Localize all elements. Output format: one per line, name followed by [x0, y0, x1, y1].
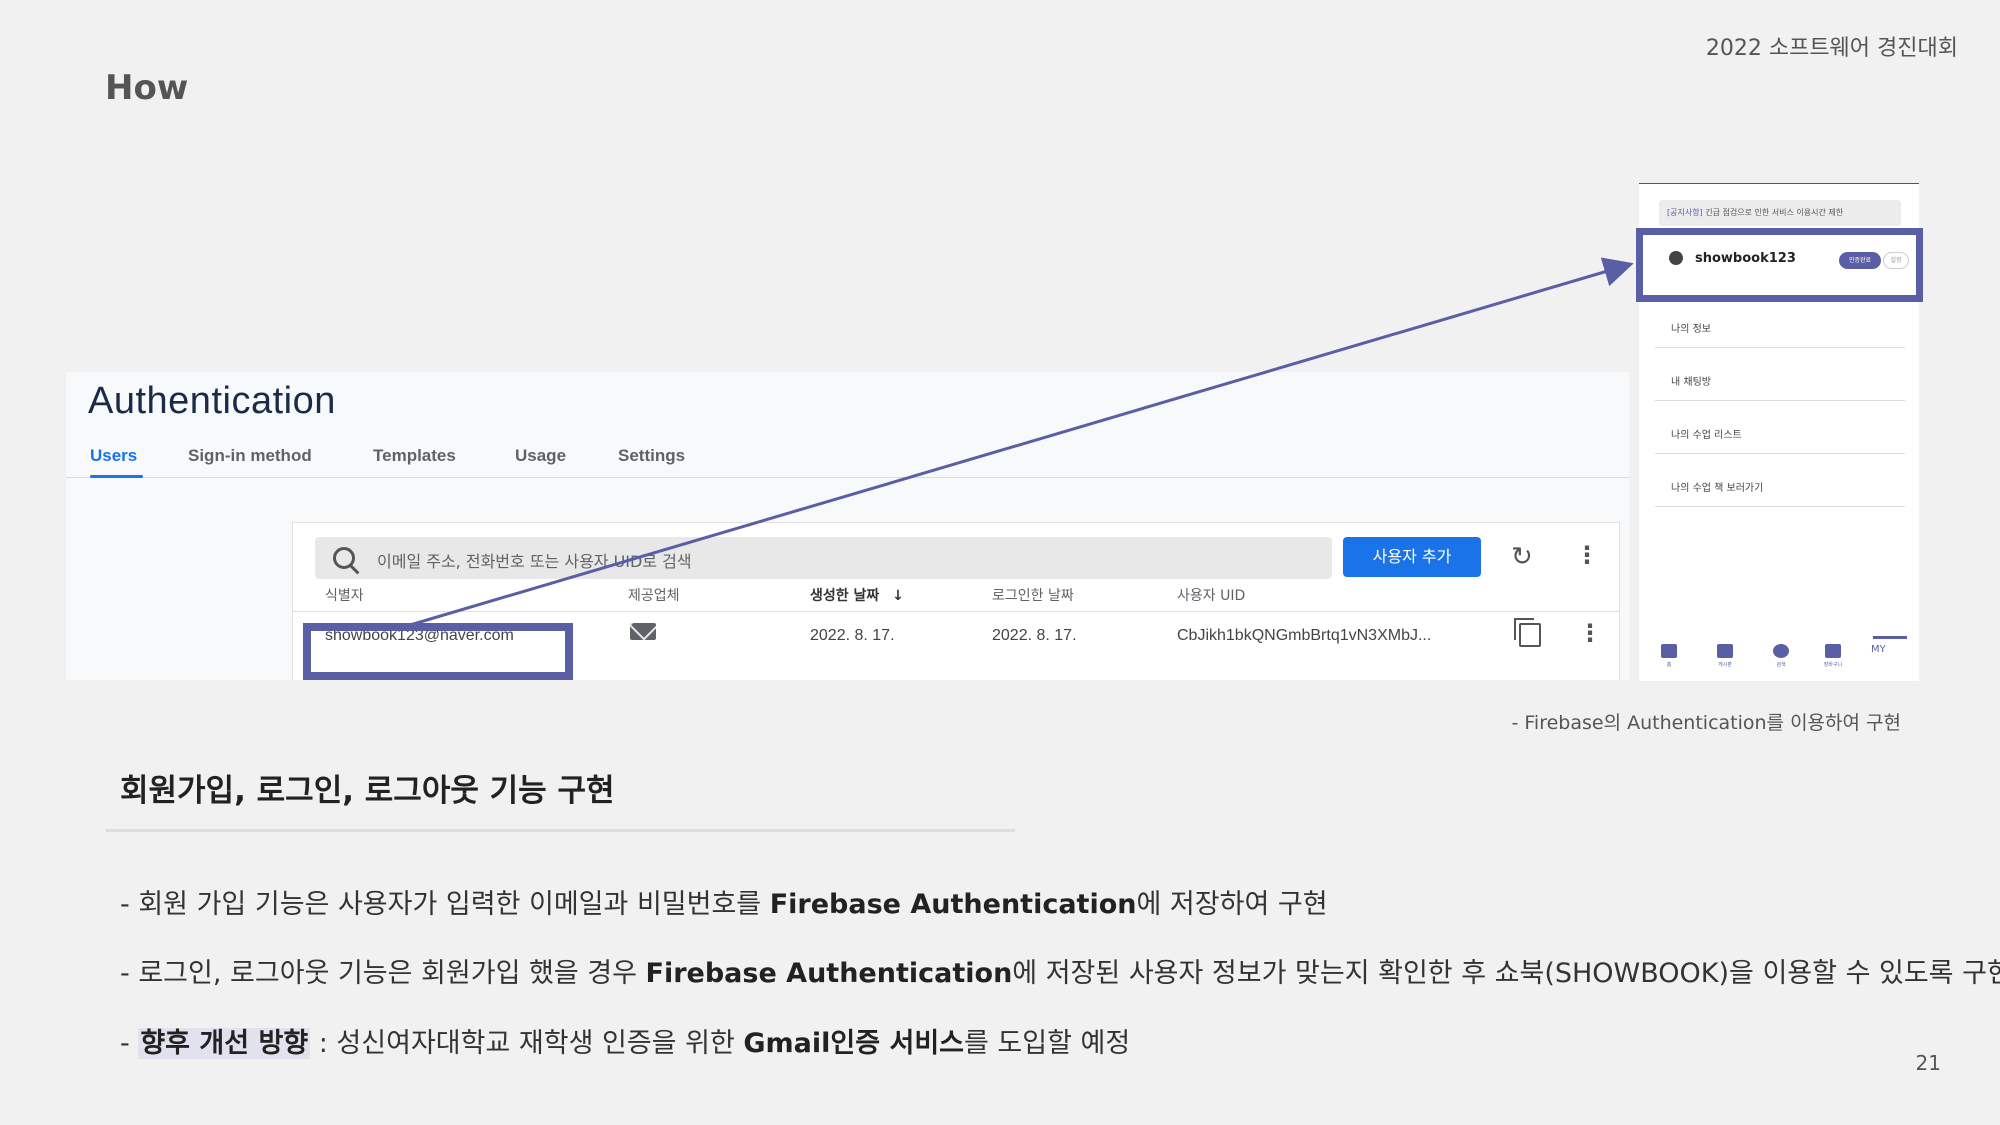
col-signed-in: 로그인한 날짜 [992, 588, 1074, 604]
search-input[interactable]: 이메일 주소, 전화번호 또는 사용자 UID로 검색 [377, 548, 692, 572]
highlighted-phrase: 향후 개선 방향 [138, 1028, 311, 1059]
tab-usage[interactable]: Usage [515, 446, 566, 466]
nav-my[interactable]: MY [1871, 644, 1886, 655]
mail-icon [630, 623, 656, 640]
email-highlight-box [303, 623, 573, 680]
menu-divider [1655, 400, 1905, 401]
slide-title: How [105, 68, 189, 108]
tab-sign-in-method[interactable]: Sign-in method [188, 446, 312, 466]
notice-bar[interactable]: [공지사항] 긴급 점검으로 인한 서비스 이용시간 제한 [1659, 200, 1901, 226]
board-icon [1717, 644, 1733, 658]
row-created: 2022. 8. 17. [810, 627, 895, 644]
menu-divider [1655, 453, 1905, 454]
nav-search[interactable]: 검색 [1769, 644, 1793, 668]
firebase-screenshot: Authentication Users Sign-in method Temp… [66, 372, 1629, 680]
col-created[interactable]: 생성한 날짜 ↓ [810, 585, 904, 605]
nav-home[interactable]: 홈 [1657, 644, 1681, 668]
menu-my-classes[interactable]: 나의 수업 리스트 [1671, 426, 1742, 441]
nav-cart[interactable]: 장바구니 [1821, 644, 1845, 668]
page-number: 21 [1915, 1051, 1941, 1075]
col-provider: 제공업체 [628, 588, 680, 604]
tab-templates[interactable]: Templates [373, 446, 456, 466]
heading-divider [106, 829, 1015, 832]
col-identifier: 식별자 [325, 588, 364, 604]
bullet-login: - 로그인, 로그아웃 기능은 회원가입 했을 경우 Firebase Auth… [120, 958, 2000, 989]
menu-my-chats[interactable]: 내 채팅방 [1671, 373, 1711, 388]
cart-icon [1825, 644, 1841, 658]
menu-class-books[interactable]: 나의 수업 책 보러가기 [1671, 479, 1763, 494]
profile-highlight-box [1636, 228, 1923, 302]
header-divider [293, 611, 1619, 612]
refresh-icon[interactable]: ↻ [1511, 542, 1533, 572]
event-title: 2022 소프트웨어 경진대회 [1705, 36, 1958, 61]
row-uid: CbJikh1bkQNGmbBrtq1vN3XMbJ... [1177, 627, 1432, 644]
row-more-icon[interactable]: ⋮ [1578, 619, 1602, 647]
screenshot-caption: - Firebase의 Authentication를 이용하여 구현 [1511, 712, 1901, 734]
menu-my-info[interactable]: 나의 정보 [1671, 320, 1711, 335]
active-tab-indicator [90, 475, 143, 478]
tab-divider [66, 477, 1629, 478]
search-icon [1773, 644, 1789, 658]
bullet-future: - 향후 개선 방향 : 성신여자대학교 재학생 인증을 위한 Gmail인증 … [120, 1028, 1131, 1059]
search-icon [333, 547, 355, 569]
add-user-button[interactable]: 사용자 추가 [1343, 537, 1481, 577]
sort-down-icon: ↓ [892, 588, 904, 604]
tab-settings[interactable]: Settings [618, 446, 685, 466]
auth-title: Authentication [88, 380, 336, 422]
menu-divider [1655, 347, 1905, 348]
tab-users[interactable]: Users [90, 446, 137, 466]
more-options-icon[interactable]: ⋮ [1575, 541, 1599, 569]
bullet-signup: - 회원 가입 기능은 사용자가 입력한 이메일과 비밀번호를 Firebase… [120, 889, 1328, 920]
copy-icon[interactable] [1514, 618, 1541, 647]
home-icon [1661, 644, 1677, 658]
nav-board[interactable]: 게시판 [1713, 644, 1737, 668]
col-uid: 사용자 UID [1177, 588, 1246, 604]
search-bar[interactable]: 이메일 주소, 전화번호 또는 사용자 UID로 검색 [315, 537, 1332, 579]
section-heading: 회원가입, 로그인, 로그아웃 기능 구현 [120, 773, 615, 809]
nav-active-indicator [1873, 636, 1907, 639]
menu-divider [1655, 506, 1905, 507]
row-signed-in: 2022. 8. 17. [992, 627, 1077, 644]
